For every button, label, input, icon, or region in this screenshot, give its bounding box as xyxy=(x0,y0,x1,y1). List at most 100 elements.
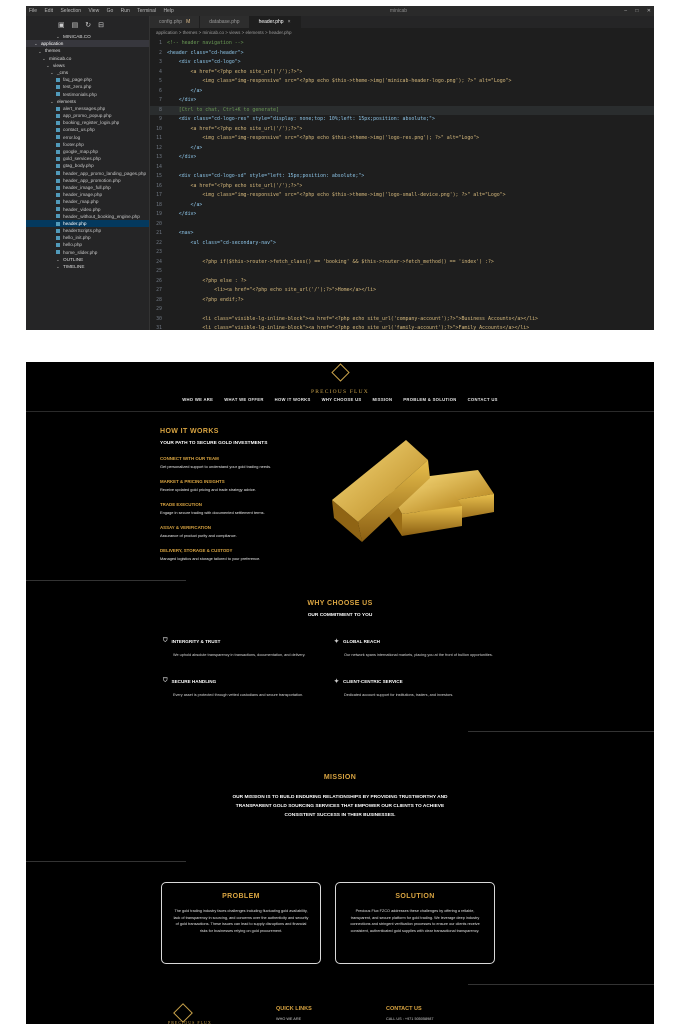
code-line[interactable]: 13 </div> xyxy=(150,153,654,163)
code-line[interactable]: 17 <img class="img-responsive" src="<?ph… xyxy=(150,191,654,201)
file-item[interactable]: hello_init.php xyxy=(26,234,149,241)
tab-header-php[interactable]: header.php × xyxy=(249,16,301,28)
nav-what-we-offer[interactable]: WHAT WE OFFER xyxy=(224,397,263,402)
file-item[interactable]: home_slider.php xyxy=(26,249,149,256)
folder-item[interactable]: ⌄ elements xyxy=(26,98,149,105)
code-line[interactable]: 12 </a> xyxy=(150,144,654,154)
file-item[interactable]: test_zero.php xyxy=(26,83,149,90)
menu-help[interactable]: Help xyxy=(163,8,173,14)
code-line[interactable]: 19 </div> xyxy=(150,210,654,220)
file-item[interactable]: app_promo_popup.php xyxy=(26,112,149,119)
menu-file[interactable]: File xyxy=(29,8,37,14)
file-item[interactable]: header_app_promotion.php xyxy=(26,177,149,184)
file-item[interactable]: testimonials.php xyxy=(26,91,149,98)
tree-item-label: MINICAB.CO xyxy=(62,34,91,39)
code-line[interactable]: 21 <nav> xyxy=(150,229,654,239)
code-line[interactable]: 14 xyxy=(150,163,654,173)
contact-phone[interactable]: CALL US : +971 505058987 xyxy=(386,1017,433,1021)
code-line[interactable]: 30 <li class="visible-lg-inline-block"><… xyxy=(150,315,654,325)
folder-item[interactable]: ⌄ TIMELINE xyxy=(26,263,149,270)
brand-logo[interactable]: PRECIOUS FLUX xyxy=(26,363,654,395)
close-tab-icon[interactable]: × xyxy=(288,19,291,25)
step-item: ASSAY & VERIFICATION Assurance of produc… xyxy=(160,525,320,538)
file-item[interactable]: header.php xyxy=(26,219,149,228)
code-line[interactable]: 11 <img class="img-responsive" src="<?ph… xyxy=(150,134,654,144)
code-line[interactable]: 23 xyxy=(150,248,654,258)
folder-item[interactable]: ⌄ MINICAB.CO xyxy=(26,33,149,40)
code-line[interactable]: 18 </a> xyxy=(150,201,654,211)
nav-why-choose-us[interactable]: WHY CHOOSE US xyxy=(322,397,362,402)
folder-item[interactable]: ⌄ themes xyxy=(26,47,149,54)
code-line[interactable]: 24 <?php if($this->router->fetch_class()… xyxy=(150,258,654,268)
code-line[interactable]: 28 <?php endif;?> xyxy=(150,296,654,306)
code-line[interactable]: 4 <a href="<?php echo site_url('/');?>"> xyxy=(150,68,654,78)
code-area[interactable]: 1 <!-- header navigation --> 2 <header clas… xyxy=(150,39,654,330)
step-heading: TRADE EXECUTION xyxy=(160,502,202,507)
file-item[interactable]: hello.php xyxy=(26,241,149,248)
close-icon[interactable]: ✕ xyxy=(647,8,651,14)
nav-problem-solution[interactable]: PROBLEM & SOLUTION xyxy=(403,397,456,402)
code-line[interactable]: 27 <li><a href="<?php echo site_url('/')… xyxy=(150,286,654,296)
file-item[interactable]: contact_us.php xyxy=(26,126,149,133)
file-item[interactable]: faq_page.php xyxy=(26,76,149,83)
code-line[interactable]: 5 <img class="img-responsive" src="<?php… xyxy=(150,77,654,87)
refresh-icon[interactable]: ↻ xyxy=(85,21,91,29)
code-line[interactable]: 1 <!-- header navigation --> xyxy=(150,39,654,49)
code-line[interactable]: 22 <ul class="cd-secondary-nav"> xyxy=(150,239,654,249)
menu-view[interactable]: View xyxy=(88,8,99,14)
code-line[interactable]: 8 [Ctrl to chat, Ctrl+K to generate] xyxy=(150,105,654,115)
file-item[interactable]: error.log xyxy=(26,134,149,141)
folder-item[interactable]: ⌄ views xyxy=(26,62,149,69)
collapse-icon[interactable]: ⊟ xyxy=(98,21,104,29)
menu-selection[interactable]: Selection xyxy=(60,8,81,14)
line-number: 10 xyxy=(156,125,162,132)
folder-item[interactable]: ⌄ OUTLINE xyxy=(26,256,149,263)
file-item[interactable]: headerScripts.php xyxy=(26,227,149,234)
nav-mission[interactable]: MISSION xyxy=(372,397,392,402)
nav-who-we-are[interactable]: WHO WE ARE xyxy=(182,397,213,402)
tab-config-php[interactable]: config.php M xyxy=(150,16,201,28)
quick-link-who-we-are[interactable]: WHO WE ARE xyxy=(276,1017,301,1021)
file-item[interactable]: header_without_booking_engine.php xyxy=(26,213,149,220)
file-item[interactable]: header_image_full.php xyxy=(26,184,149,191)
code-line[interactable]: 25 xyxy=(150,267,654,277)
code-line[interactable]: 15 <div class="cd-logo-sd" style="left: … xyxy=(150,172,654,182)
folder-item[interactable]: ⌄ minicab.co xyxy=(26,55,149,62)
step-item: MARKET & PRICING INSIGHTS Receive update… xyxy=(160,479,320,492)
file-item[interactable]: booking_register_login.php xyxy=(26,119,149,126)
file-item[interactable]: google_map.php xyxy=(26,148,149,155)
code-line[interactable]: 16 <a href="<?php echo site_url('/');?>"… xyxy=(150,182,654,192)
code-line[interactable]: 29 xyxy=(150,305,654,315)
code-line[interactable]: 2 <header class="cd-header"> xyxy=(150,49,654,59)
file-item[interactable]: header_app_promo_landing_pages.php xyxy=(26,170,149,177)
code-line[interactable]: 31 <li class="visible-lg-inline-block"><… xyxy=(150,324,654,330)
code-line[interactable]: 9 <div class="cd-logo-res" style="displa… xyxy=(150,115,654,125)
maximize-icon[interactable]: □ xyxy=(635,8,638,14)
code-line[interactable]: 26 <?php else : ?> xyxy=(150,277,654,287)
nav-contact-us[interactable]: CONTACT US xyxy=(468,397,498,402)
menu-run[interactable]: Run xyxy=(121,8,130,14)
file-item[interactable]: alert_messages.php xyxy=(26,105,149,112)
folder-item[interactable]: ⌄ application xyxy=(26,40,149,48)
code-line[interactable]: 6 </a> xyxy=(150,87,654,97)
menu-terminal[interactable]: Terminal xyxy=(137,8,156,14)
file-item[interactable]: gtag_body.php xyxy=(26,162,149,169)
code-line[interactable]: 10 <a href="<?php echo site_url('/');?>"… xyxy=(150,125,654,135)
nav-how-it-works[interactable]: HOW IT WORKS xyxy=(275,397,311,402)
file-item[interactable]: header_image.php xyxy=(26,191,149,198)
code-line[interactable]: 7 </div> xyxy=(150,96,654,106)
file-item[interactable]: gold_services.php xyxy=(26,155,149,162)
code-line[interactable]: 3 <div class="cd-logo"> xyxy=(150,58,654,68)
menu-edit[interactable]: Edit xyxy=(44,8,53,14)
code-line[interactable]: 20 xyxy=(150,220,654,230)
step-item: CONNECT WITH OUR TEAM Get personalized s… xyxy=(160,456,320,469)
file-item[interactable]: header_video.php xyxy=(26,206,149,213)
file-item[interactable]: footer.php xyxy=(26,141,149,148)
folder-item[interactable]: ⌄ _cms xyxy=(26,69,149,76)
menu-go[interactable]: Go xyxy=(107,8,114,14)
tab-database-php[interactable]: database.php xyxy=(200,16,250,28)
minimize-icon[interactable]: – xyxy=(624,8,627,14)
new-folder-icon[interactable]: ▤ xyxy=(72,21,79,29)
new-file-icon[interactable]: ▣ xyxy=(58,21,65,29)
file-item[interactable]: header_map.php xyxy=(26,198,149,205)
